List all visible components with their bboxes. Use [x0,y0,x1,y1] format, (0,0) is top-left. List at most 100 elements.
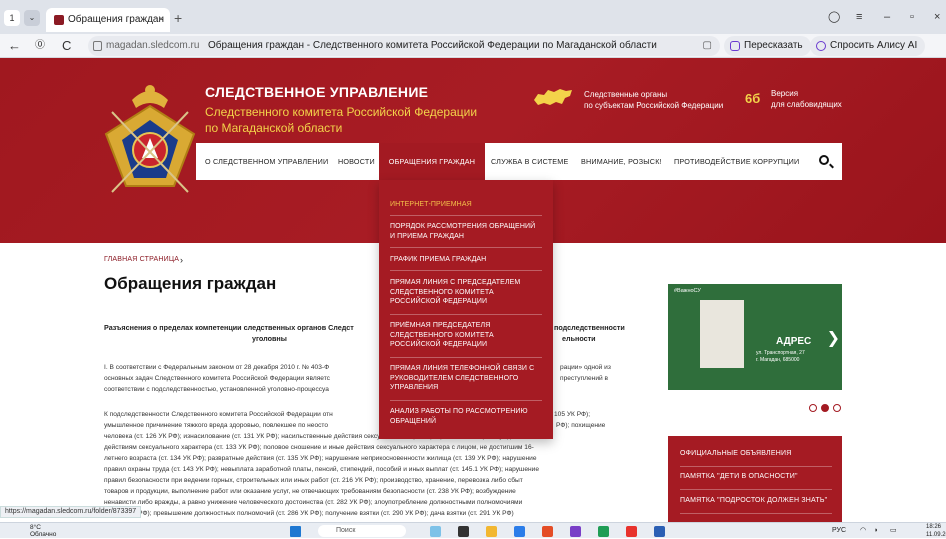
dropdown-divider [390,314,542,315]
tab-list-dropdown[interactable]: ⌄ [24,10,40,26]
battery-icon[interactable]: ▭ [890,525,897,537]
subtitle-left-2: уголовны [252,334,287,343]
slider-dot[interactable] [809,404,817,412]
emblem-logo[interactable] [102,82,198,198]
russia-map-icon[interactable] [532,86,574,108]
weather-text: Облачно [30,531,57,538]
breadcrumb-arrow-icon: › [180,255,183,265]
regional-link[interactable]: Следственные органы по субъектам Российс… [584,89,723,111]
dropdown-divider [390,357,542,358]
ask-alice-button[interactable]: Спросить Алису AI [810,36,926,56]
weather-temp: 8°C [30,524,41,531]
para2-line2: умышленное причинение тяжкого вреда здор… [104,422,329,429]
alice-label: Спросить Алису AI [830,40,918,51]
side-link-children-danger[interactable]: ПАМЯТКА "ДЕТИ В ОПАСНОСТИ" [680,473,798,480]
side-link-announcements[interactable]: ОФИЦИАЛЬНЫЕ ОБЪЯВЛЕНИЯ [680,450,791,457]
lang-indicator[interactable]: РУС [832,525,846,537]
firefox-icon[interactable] [542,526,553,537]
slider-dot[interactable] [833,404,841,412]
minimize-icon[interactable]: – [884,10,890,24]
para2-line10: (ст. 285 УК РФ); превышение должностных … [104,510,514,517]
tab-title: Обращения граждан [68,14,164,25]
para2-line1: К подследственности Следственного комите… [104,411,333,418]
status-url: https://magadan.sledcom.ru/folder/873397 [0,506,142,518]
slider-dot-active[interactable] [821,404,829,412]
maximize-icon[interactable]: ▫ [910,10,914,24]
dropdown-item-chairman-reception[interactable]: ПРИЁМНАЯ ПРЕДСЕДАТЕЛЯ СЛЕДСТВЕННОГО КОМИ… [390,321,542,350]
org-title: СЛЕДСТВЕННОЕ УПРАВЛЕНИЕ [205,84,429,100]
url-page-title: Обращения граждан - Следственного комите… [208,40,657,51]
close-window-icon[interactable]: × [934,10,940,24]
dropdown-item-internet-reception[interactable]: ИНТЕРНЕТ-ПРИЕМНАЯ [390,200,542,210]
widgets-icon[interactable] [430,526,441,537]
dropdown-divider [390,400,542,401]
url-field[interactable]: magadan.sledcom.ru Обращения граждан - С… [88,36,720,56]
new-tab-button[interactable]: + [174,11,182,25]
app-icon[interactable] [598,526,609,537]
glasses-icon[interactable]: 6б [745,92,760,106]
promo-address-line1: ул. Транспортная, 27 [756,350,805,356]
store-icon[interactable] [570,526,581,537]
para1-line2-right: преступлений в [560,375,609,382]
promo-slider[interactable]: #ВажноСУ АДРЕС ул. Транспортная, 27 г. М… [668,284,842,390]
menu-item-news[interactable]: НОВОСТИ [338,143,375,180]
para1-line1-right: рации» одной из [560,364,611,371]
para1-line1: I. В соответствии с Федеральным законом … [104,364,330,371]
edge-icon[interactable] [514,526,525,537]
reload-icon[interactable]: C [62,38,71,54]
address-sign-image [700,300,744,368]
task-view-icon[interactable] [458,526,469,537]
clock[interactable]: 18:26 11.09.2025 [926,523,946,539]
promo-address-line2: г. Магадан, 685000 [756,357,800,363]
retell-label: Пересказать [744,40,803,51]
side-link-teen-should-know[interactable]: ПАМЯТКА "ПОДРОСТОК ДОЛЖЕН ЗНАТЬ" [680,497,827,504]
slider-next-icon[interactable]: ❯ [827,328,840,348]
retell-button[interactable]: Пересказать [724,36,811,56]
regional-line1: Следственные органы [584,90,668,99]
explorer-icon[interactable] [486,526,497,537]
volume-icon[interactable]: ◗ [874,525,878,537]
word-icon[interactable] [654,526,665,537]
search-button[interactable] [808,143,842,180]
org-subtitle: Следственного комитета Российской Федера… [205,104,485,136]
protect-icon[interactable]: ⓪ [35,38,45,54]
visually-impaired-link[interactable]: Версия для слабовидящих [771,88,842,110]
wifi-icon[interactable]: ◠ [860,525,866,537]
promo-address-label: АДРЕС [776,336,812,347]
menu-item-about[interactable]: О СЛЕДСТВЕННОМ УПРАВЛЕНИИ [205,143,328,180]
dropdown-item-procedure[interactable]: ПОРЯДОК РАССМОТРЕНИЯ ОБРАЩЕНИЙ И ПРИЕМА … [390,222,542,241]
menu-item-anticorruption[interactable]: ПРОТИВОДЕЙСТВИЕ КОРРУПЦИИ [674,143,799,180]
browser-menu-icon[interactable]: ≡ [856,10,862,24]
dropdown-divider [390,215,542,216]
tab-close-icon[interactable]: × [158,8,164,32]
taskbar-search[interactable]: Поиск [318,525,406,537]
menu-item-appeals[interactable]: ОБРАЩЕНИЯ ГРАЖДАН [379,143,485,180]
side-divider [680,513,832,514]
promo-hashtag: #ВажноСУ [674,288,701,294]
appeals-dropdown-menu: ИНТЕРНЕТ-ПРИЕМНАЯ ПОРЯДОК РАССМОТРЕНИЯ О… [379,180,553,439]
dropdown-item-direct-line-chairman[interactable]: ПРЯМАЯ ЛИНИЯ С ПРЕДСЕДАТЕЛЕМ СЛЕДСТВЕННО… [390,278,542,307]
windows-taskbar: 8°C Облачно Поиск РУС ◠ ◗ ▭ 18:26 11.09.… [0,522,946,538]
vi-line2: для слабовидящих [771,100,842,109]
weather-widget[interactable]: 8°C Облачно [30,524,56,538]
active-tab[interactable]: Обращения граждан × [46,8,170,32]
profile-icon[interactable]: ◯ [828,10,840,24]
back-icon[interactable]: ← [8,38,21,54]
tab-counter[interactable]: 1 [4,10,20,26]
para2-line9: ненависти либо вражды, а равно унижение … [104,499,523,506]
yandex-icon[interactable] [626,526,637,537]
breadcrumb[interactable]: ГЛАВНАЯ СТРАНИЦА [104,256,179,263]
para2-line6: правил охраны труда (ст. 143 УК РФ); нев… [104,466,539,473]
dropdown-item-phone-line[interactable]: ПРЯМАЯ ЛИНИЯ ТЕЛЕФОННОЙ СВЯЗИ С РУКОВОДИ… [390,364,542,393]
menu-item-wanted[interactable]: ВНИМАНИЕ, РОЗЫСК! [581,143,662,180]
dropdown-item-schedule[interactable]: ГРАФИК ПРИЕМА ГРАЖДАН [390,255,542,265]
regional-line2: по субъектам Российской Федерации [584,101,724,110]
bookmark-icon[interactable]: ▢ [703,36,712,56]
org-subtitle-line2: по Магаданской области [205,121,343,135]
page-title: Обращения граждан [104,274,277,293]
para2-line7: правил безопасности при ведении горных, … [104,477,523,484]
dropdown-item-analysis[interactable]: АНАЛИЗ РАБОТЫ ПО РАССМОТРЕНИЮ ОБРАЩЕНИЙ [390,407,542,426]
menu-item-service[interactable]: СЛУЖБА В СИСТЕМЕ [491,143,569,180]
para1-line2: основных задач Следственного комитета Ро… [104,375,330,382]
start-icon[interactable] [290,526,301,537]
